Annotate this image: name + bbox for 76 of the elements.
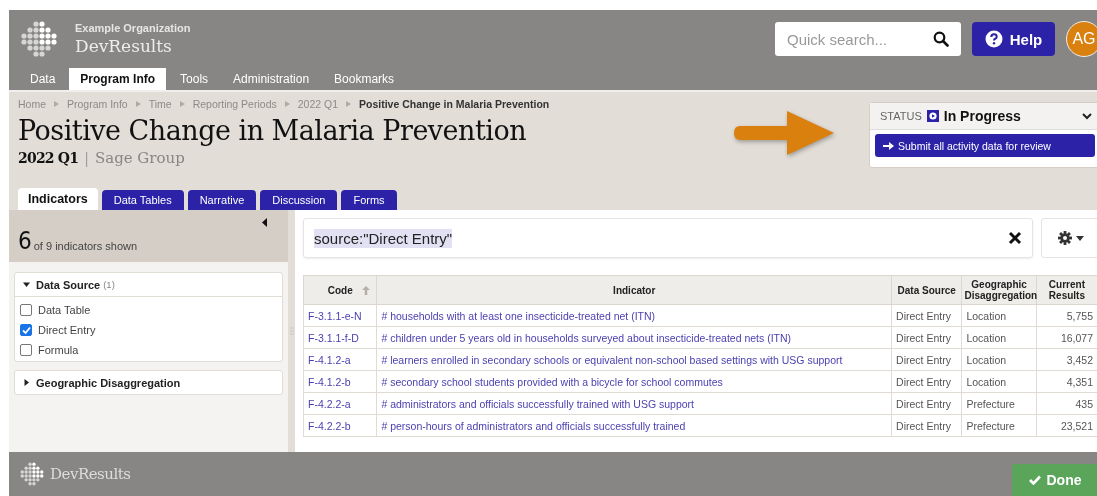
- organization-name: Example Organization: [75, 22, 191, 34]
- page-tab[interactable]: Data Tables: [101, 190, 184, 210]
- indicator-count: 6: [18, 230, 32, 252]
- status-value: In Progress: [943, 108, 1021, 124]
- option-label: Direct Entry: [38, 324, 96, 336]
- submit-button[interactable]: Submit all activity data for review: [875, 134, 1095, 157]
- group-name: Sage Group: [94, 149, 185, 167]
- filter-title: Data Source: [36, 278, 101, 291]
- page-tab[interactable]: Indicators: [18, 188, 98, 210]
- option-label: Data Table: [38, 304, 91, 316]
- column-header: Geographic Disaggregation: [961, 275, 1037, 305]
- table-cell: Direct Entry: [891, 348, 962, 371]
- count-label: of 9 indicators shown: [33, 240, 138, 252]
- sort-arrow-icon: [362, 286, 371, 295]
- logo-icon: [19, 19, 59, 59]
- help-button[interactable]: Help: [972, 22, 1055, 56]
- question-icon: [984, 30, 1003, 48]
- chevron-icon: [135, 101, 141, 107]
- checkbox[interactable]: [20, 304, 32, 316]
- checkmark-icon: [1028, 475, 1041, 485]
- search-field[interactable]: Quick search...: [775, 22, 961, 56]
- page-tab[interactable]: Discussion: [260, 190, 338, 210]
- column-header: Data Source: [891, 275, 962, 305]
- query-text: source:"Direct Entry": [314, 228, 453, 248]
- period-label: 2022 Q1: [18, 150, 79, 166]
- nav-tab[interactable]: Tools: [169, 68, 220, 90]
- chevron-icon: [179, 101, 185, 107]
- page-tab[interactable]: Narrative: [187, 190, 257, 210]
- clear-icon[interactable]: [1008, 231, 1022, 245]
- filter-header[interactable]: Geographic Disaggregation: [15, 371, 282, 394]
- play-icon: [926, 110, 939, 122]
- page-tab[interactable]: Forms: [341, 190, 397, 210]
- table-cell: Direct Entry: [891, 392, 962, 415]
- table-cell: Prefecture: [961, 414, 1037, 437]
- settings-button[interactable]: [1041, 218, 1097, 258]
- option-label: Formula: [38, 344, 79, 356]
- footer-brand: DevResults: [50, 465, 131, 483]
- table-cell: Location: [961, 304, 1037, 327]
- column-header[interactable]: Code: [303, 275, 377, 305]
- chevron-icon: [54, 101, 59, 107]
- table-cell: Location: [961, 326, 1037, 349]
- table-cell: Location: [961, 370, 1037, 393]
- arrow-right-icon: [883, 141, 894, 150]
- chevron-icon: [346, 101, 351, 107]
- filter-query-field[interactable]: source:"Direct Entry": [303, 218, 1033, 258]
- header-label: Code: [327, 284, 353, 296]
- page-title: Positive Change in Malaria Prevention: [18, 115, 527, 146]
- filter-title: Geographic Disaggregation: [36, 376, 181, 389]
- table-cell: Prefecture: [961, 392, 1037, 415]
- status-dropdown[interactable]: STATUS In Progress: [870, 103, 1097, 130]
- table-cell: Location: [961, 348, 1037, 371]
- caret-down-icon: [1076, 235, 1084, 241]
- column-header: Current Results: [1036, 275, 1097, 305]
- chevron-down-icon: [1082, 112, 1092, 120]
- nav-tab[interactable]: Administration: [222, 68, 321, 90]
- collapse-icon[interactable]: [262, 218, 267, 227]
- checkbox[interactable]: [20, 324, 32, 336]
- current-breadcrumb: Positive Change in Malaria Prevention: [359, 98, 550, 110]
- table-cell: Direct Entry: [891, 414, 962, 437]
- filter-header[interactable]: Data Source (1): [15, 273, 282, 297]
- separator: |: [84, 150, 89, 166]
- logo-icon: [19, 461, 45, 487]
- settings-icon: [1058, 231, 1072, 245]
- nav-tab[interactable]: Data: [19, 68, 67, 90]
- nav-tab[interactable]: Program Info: [69, 68, 167, 90]
- filter-count: (1): [103, 279, 115, 290]
- chevron-icon: [284, 101, 290, 107]
- app-name: DevResults: [75, 36, 173, 56]
- checkbox[interactable]: [20, 344, 32, 356]
- search-icon: [933, 31, 949, 47]
- table-cell: Direct Entry: [891, 326, 962, 349]
- column-header: Indicator: [376, 275, 892, 305]
- status-label: STATUS: [880, 110, 922, 122]
- table-cell: Direct Entry: [891, 370, 962, 393]
- table-cell: Direct Entry: [891, 304, 962, 327]
- nav-tab[interactable]: Bookmarks: [323, 68, 406, 90]
